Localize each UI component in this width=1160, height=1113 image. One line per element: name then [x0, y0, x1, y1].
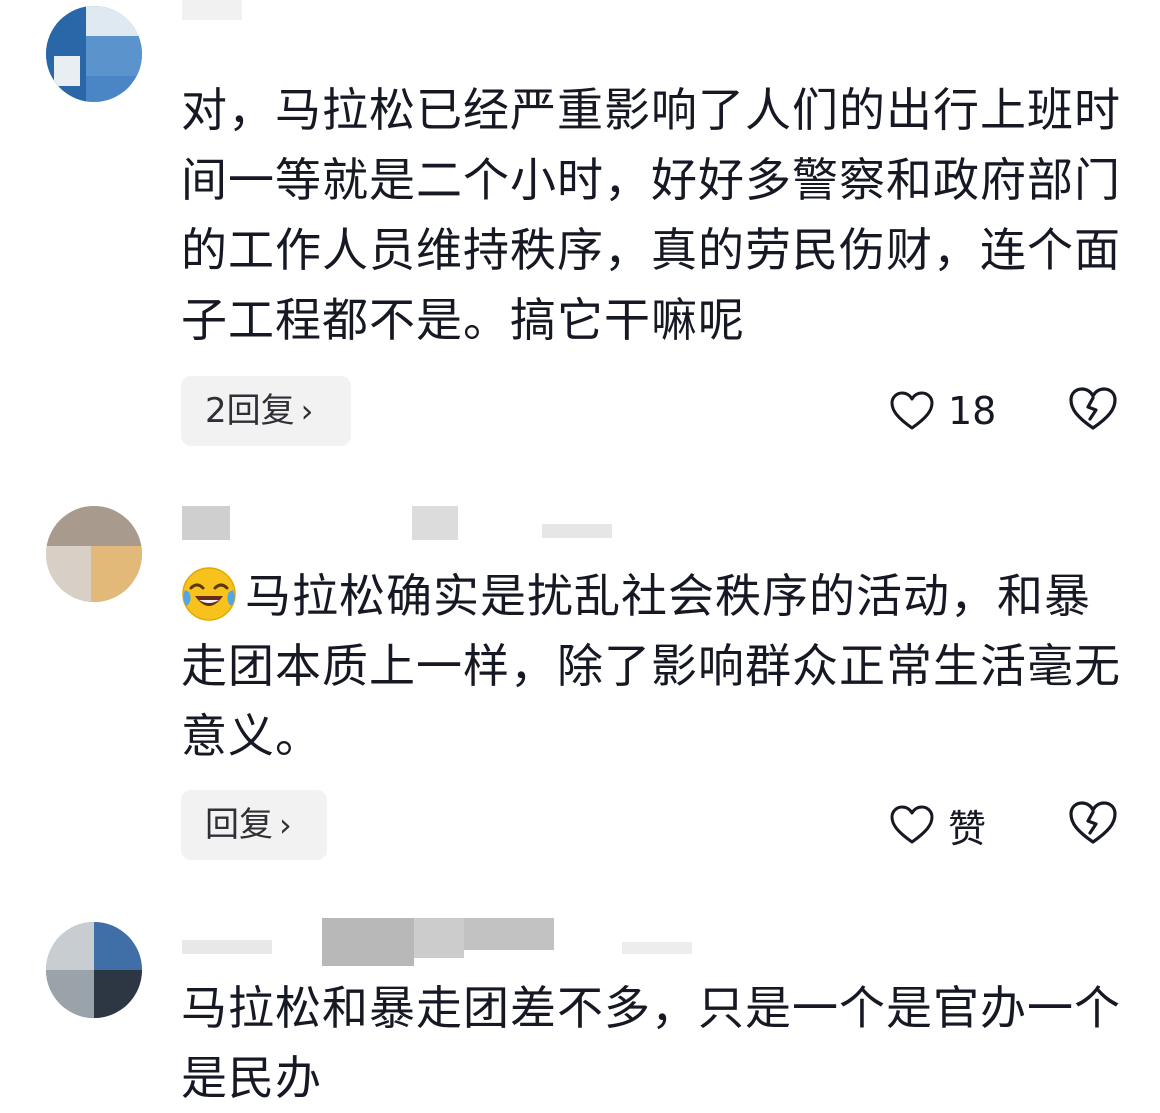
- avatar[interactable]: [46, 922, 142, 1018]
- comment-text: 马拉松和暴走团差不多，只是一个是官办一个是民办: [181, 981, 1121, 1105]
- heart-icon: [890, 391, 934, 431]
- chevron-right-icon: ›: [279, 806, 292, 844]
- heart-icon: [890, 805, 934, 845]
- reply-button[interactable]: 2回复 ›: [181, 376, 351, 446]
- comment-item: 对，马拉松已经严重影响了人们的出行上班时间一等就是二个小时，好好多警察和政府部门…: [0, 0, 1160, 470]
- chevron-right-icon: ›: [300, 392, 314, 430]
- comment-text: 马拉松确实是扰乱社会秩序的活动，和暴走团本质上一样，除了影响群众正常生活毫无意义…: [181, 561, 1121, 771]
- broken-heart-icon[interactable]: [1068, 800, 1118, 850]
- username-blurred: [182, 506, 622, 544]
- avatar[interactable]: [46, 6, 142, 102]
- comment-item: 马拉松和暴走团差不多，只是一个是官办一个是民办: [0, 900, 1160, 1111]
- reply-button[interactable]: 回复 ›: [181, 790, 327, 860]
- laughing-crying-emoji-icon: [181, 566, 237, 622]
- comment-item: 马拉松确实是扰乱社会秩序的活动，和暴走团本质上一样，除了影响群众正常生活毫无意义…: [0, 470, 1160, 900]
- reply-label: 2回复: [205, 391, 295, 431]
- broken-heart-icon[interactable]: [1068, 386, 1118, 436]
- username-blurred: [182, 0, 242, 38]
- like-button[interactable]: 18: [890, 383, 996, 439]
- comment-text-body: 马拉松确实是扰乱社会秩序的活动，和暴走团本质上一样，除了影响群众正常生活毫无意义…: [181, 569, 1121, 763]
- like-count: 赞: [948, 806, 987, 851]
- username-blurred: [182, 918, 702, 966]
- comment-text: 对，马拉松已经严重影响了人们的出行上班时间一等就是二个小时，好好多警察和政府部门…: [181, 83, 1121, 347]
- like-button[interactable]: 赞: [890, 797, 986, 853]
- avatar[interactable]: [46, 506, 142, 602]
- like-count: 18: [948, 389, 997, 433]
- reply-label: 回复: [205, 805, 273, 845]
